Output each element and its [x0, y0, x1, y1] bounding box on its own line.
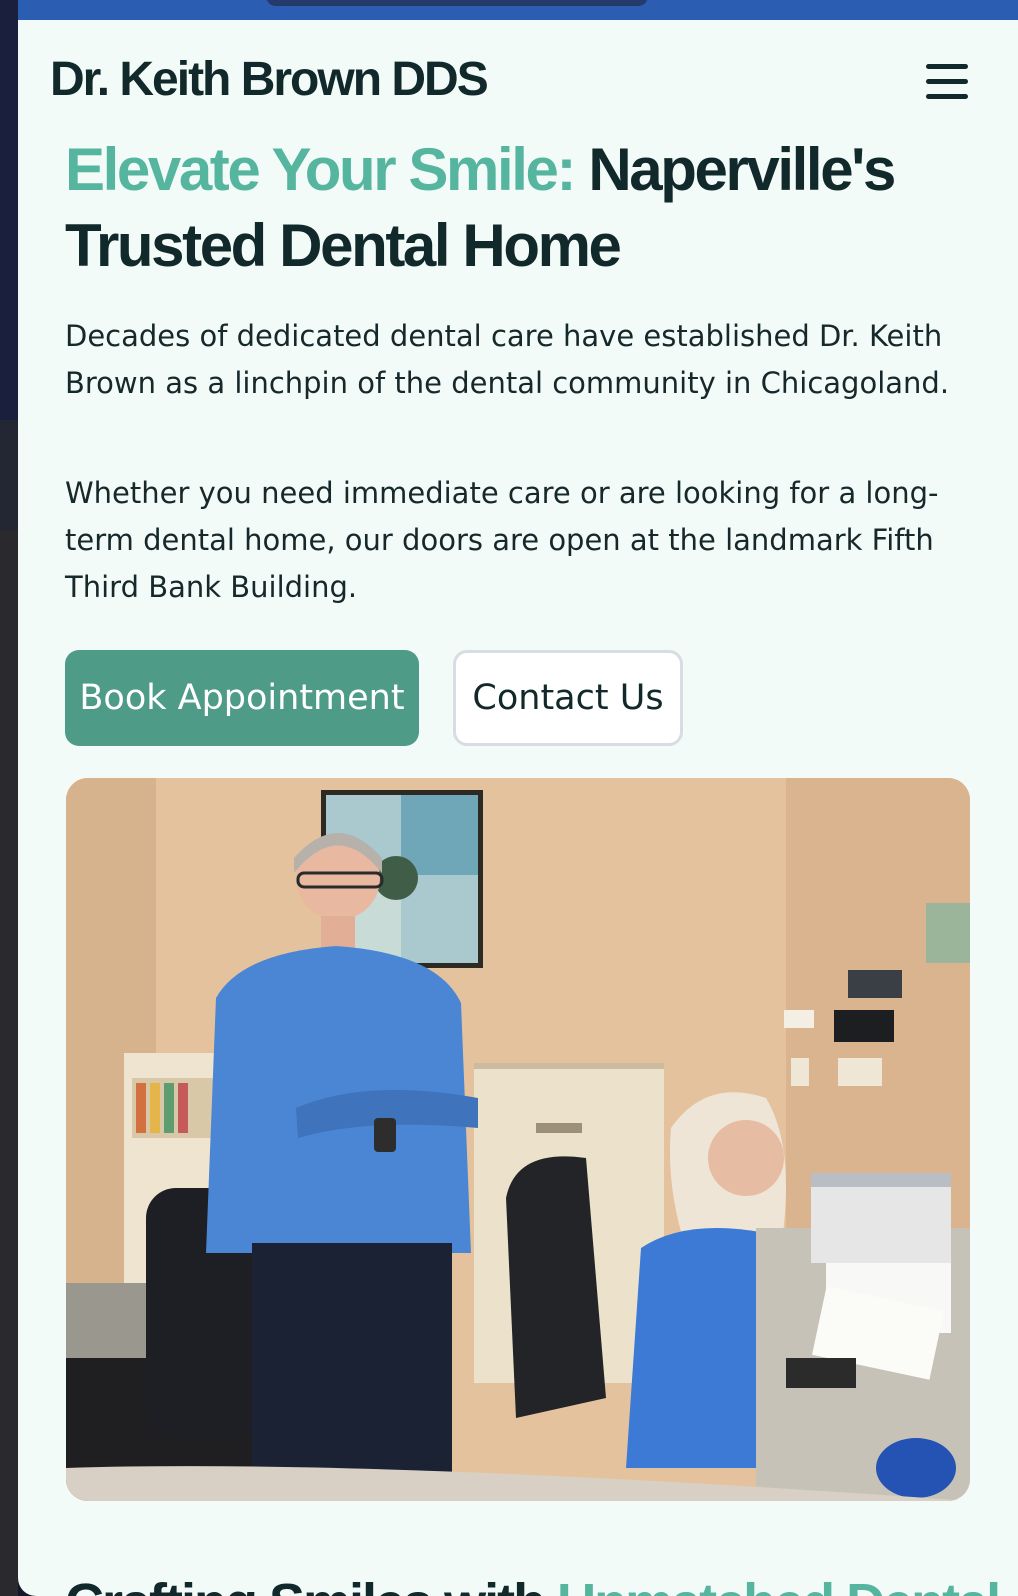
desktop-band [0, 530, 18, 1596]
browser-window: Dr. Keith Brown DDS Elevate Your Smile: … [18, 0, 1018, 1596]
menu-line [926, 79, 968, 84]
address-bar[interactable] [266, 0, 648, 6]
office-photo-illustration [66, 778, 970, 1501]
hero-title: Elevate Your Smile: Naperville's Trusted… [65, 132, 995, 284]
book-appointment-button[interactable]: Book Appointment [65, 650, 419, 746]
office-photo [66, 778, 970, 1501]
desktop-background [0, 0, 18, 1596]
browser-top-bar [18, 0, 1018, 20]
hero-paragraph-2: Whether you need immediate care or are l… [65, 476, 939, 604]
menu-line [926, 64, 968, 69]
section-title: Crafting Smiles with Unmatched Dental [65, 1568, 1005, 1596]
hero-paragraph-1: Decades of dedicated dental care have es… [65, 319, 950, 400]
menu-line [926, 94, 968, 99]
site-brand[interactable]: Dr. Keith Brown DDS [50, 56, 489, 104]
section-title-main: Crafting Smiles with [65, 1573, 546, 1596]
desktop-band [0, 420, 18, 530]
site-header: Dr. Keith Brown DDS [18, 20, 1018, 140]
hero-title-accent: Elevate Your Smile: [65, 136, 576, 203]
contact-us-button[interactable]: Contact Us [453, 650, 683, 746]
hamburger-menu-icon[interactable] [924, 60, 970, 104]
section-title-accent: Unmatched Dental [557, 1573, 1001, 1596]
